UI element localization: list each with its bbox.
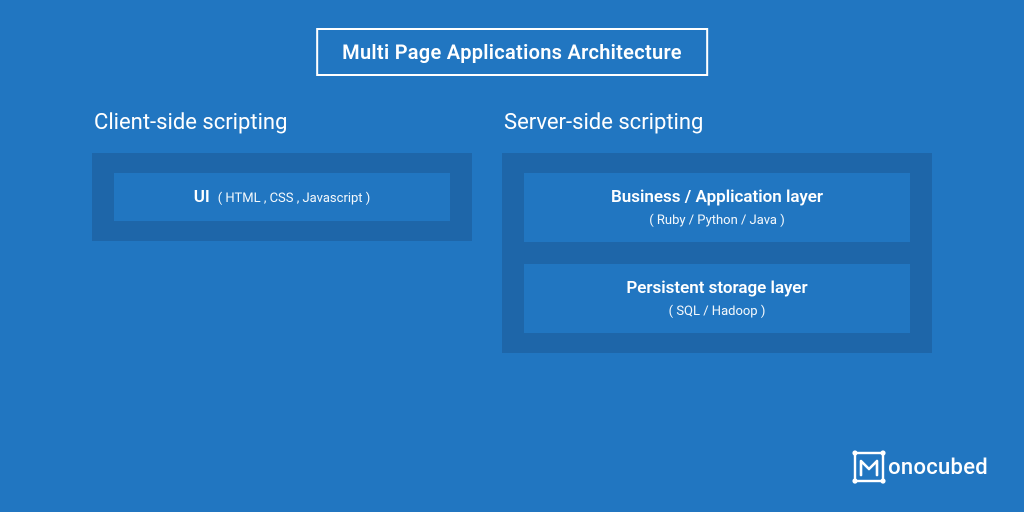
business-layer: Business / Application layer ( Ruby / Py… xyxy=(524,173,910,242)
business-layer-title: Business / Application layer xyxy=(611,187,823,207)
columns-container: Client-side scripting UI ( HTML , CSS , … xyxy=(0,110,1024,353)
diagram-title: Multi Page Applications Architecture xyxy=(316,28,708,76)
business-layer-sub: ( Ruby / Python / Java ) xyxy=(534,213,900,228)
storage-layer-sub: ( SQL / Hadoop ) xyxy=(534,304,900,319)
client-heading: Client-side scripting xyxy=(94,110,472,135)
cube-m-icon xyxy=(852,450,886,484)
client-panel: UI ( HTML , CSS , Javascript ) xyxy=(92,153,472,241)
server-heading: Server-side scripting xyxy=(504,110,932,135)
ui-layer-sub: ( HTML , CSS , Javascript ) xyxy=(218,191,371,206)
ui-layer-title: UI xyxy=(194,187,210,207)
server-panel: Business / Application layer ( Ruby / Py… xyxy=(502,153,932,353)
storage-layer: Persistent storage layer ( SQL / Hadoop … xyxy=(524,264,910,333)
brand-logo: onocubed xyxy=(852,450,988,484)
brand-text: onocubed xyxy=(888,455,988,480)
storage-layer-title: Persistent storage layer xyxy=(626,278,807,298)
client-column: Client-side scripting UI ( HTML , CSS , … xyxy=(92,110,472,353)
ui-layer: UI ( HTML , CSS , Javascript ) xyxy=(114,173,450,221)
server-column: Server-side scripting Business / Applica… xyxy=(502,110,932,353)
diagram-title-text: Multi Page Applications Architecture xyxy=(342,40,682,64)
